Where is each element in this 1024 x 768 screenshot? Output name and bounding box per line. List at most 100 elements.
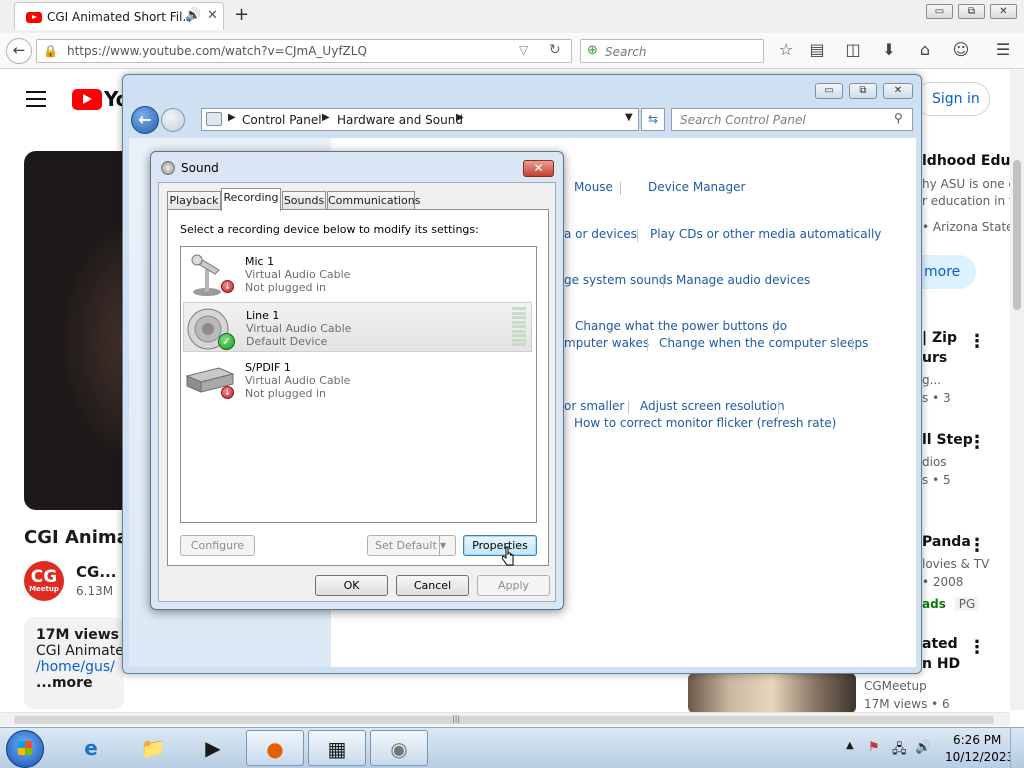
cp-close-button[interactable]: ✕ xyxy=(883,83,913,99)
recommendation-title[interactable]: ated xyxy=(922,636,1010,652)
link-system-sounds[interactable]: ge system sounds xyxy=(564,273,673,287)
link-computer-sleeps[interactable]: Change when the computer sleeps xyxy=(659,336,868,350)
device-item-spdif-1[interactable]: ↓ S/PDIF 1 Virtual Audio Cable Not plugg… xyxy=(183,355,532,405)
recommendation-channel[interactable]: CGMeetup xyxy=(864,679,927,693)
firefox-icon[interactable]: ● xyxy=(246,730,304,766)
cp-search-input[interactable]: Search Control Panel ⚲ xyxy=(671,108,913,131)
back-button[interactable]: ← xyxy=(6,38,32,64)
chat-icon[interactable]: ☺ xyxy=(950,40,972,62)
address-dropdown-icon[interactable]: ▼ xyxy=(625,112,633,123)
pocket-icon[interactable]: ◫ xyxy=(842,40,864,62)
volume-icon[interactable]: 🔊 xyxy=(915,740,931,755)
recommendation-title[interactable]: ldhood Educa xyxy=(922,153,1010,169)
recommendation-title[interactable]: | Zip xyxy=(922,330,1010,346)
sign-in-button[interactable]: Sign in xyxy=(914,82,990,116)
file-explorer-icon[interactable]: 📁 xyxy=(124,730,182,766)
menu-icon[interactable]: ☰ xyxy=(992,40,1014,62)
link-devices[interactable]: a or devices xyxy=(564,227,637,241)
breadcrumb-separator-icon[interactable]: ▶ xyxy=(322,112,330,123)
clock-date[interactable]: 10/12/2023 xyxy=(945,750,1014,764)
youtube-logo[interactable] xyxy=(72,89,102,110)
tab-title: CGI Animated Short Fil... xyxy=(47,10,187,24)
internet-explorer-icon[interactable]: e xyxy=(62,730,120,766)
action-center-flag-icon[interactable]: ⚑ xyxy=(868,740,880,755)
device-list[interactable]: ↓ Mic 1 Virtual Audio Cable Not plugged … xyxy=(180,246,537,523)
show-desktop-button[interactable] xyxy=(1010,728,1024,768)
close-tab-icon[interactable]: ✕ xyxy=(207,8,218,23)
link-mouse[interactable]: Mouse xyxy=(574,180,613,194)
recommendation-title[interactable]: n HD xyxy=(922,656,1010,672)
cancel-button[interactable]: Cancel xyxy=(396,575,469,596)
channel-name[interactable]: CG... xyxy=(76,563,116,581)
new-tab-button[interactable]: + xyxy=(234,4,249,25)
vertical-scrollbar[interactable] xyxy=(1010,70,1024,710)
link-device-manager[interactable]: Device Manager xyxy=(648,180,745,194)
tab-playback[interactable]: Playback xyxy=(167,191,221,210)
not-plugged-in-icon: ↓ xyxy=(221,386,234,399)
network-icon[interactable]: 🖧 xyxy=(892,740,907,762)
properties-button[interactable]: Properties xyxy=(463,535,537,556)
dialog-close-button[interactable]: ✕ xyxy=(523,160,554,177)
tab-sounds[interactable]: Sounds xyxy=(282,191,326,210)
minimize-button[interactable]: ▭ xyxy=(926,4,953,19)
more-options-icon[interactable]: ⋮ xyxy=(968,637,986,658)
url-bar[interactable]: 🔒 https://www.youtube.com/watch?v=CJmA_U… xyxy=(36,39,572,63)
link-smaller[interactable]: or smaller xyxy=(564,399,624,413)
start-button[interactable] xyxy=(6,730,44,768)
reload-icon[interactable]: ↻ xyxy=(549,42,561,58)
configure-button[interactable]: Configure xyxy=(180,535,255,556)
media-player-icon[interactable]: ▶ xyxy=(184,730,242,766)
more-options-icon[interactable]: ⋮ xyxy=(968,535,986,556)
link-manage-audio-devices[interactable]: Manage audio devices xyxy=(676,273,810,287)
refresh-icon[interactable]: ⇆ xyxy=(641,108,665,131)
cp-forward-button[interactable] xyxy=(161,108,185,132)
breadcrumb-separator-icon[interactable]: ▶ xyxy=(456,112,464,123)
home-icon[interactable]: ⌂ xyxy=(914,40,936,62)
breadcrumb-separator-icon[interactable]: ▶ xyxy=(228,112,236,123)
link-play-cds[interactable]: Play CDs or other media automatically xyxy=(650,227,881,241)
breadcrumb-control-panel[interactable]: Control Panel xyxy=(242,113,322,127)
cp-minimize-button[interactable]: ▭ xyxy=(815,83,843,99)
chevron-down-icon[interactable]: ▼ xyxy=(439,536,455,555)
tab-recording[interactable]: Recording xyxy=(221,188,281,211)
horizontal-scrollbar[interactable]: ||| xyxy=(0,712,1010,726)
link-computer-wakes[interactable]: mputer wakes xyxy=(564,336,649,350)
control-panel-taskbar-icon[interactable]: ▦ xyxy=(308,730,366,766)
video-description[interactable]: 17M views 7 y CGI Animated /home/gus/ ..… xyxy=(24,617,124,709)
recommendation-title[interactable]: urs xyxy=(922,350,1010,366)
clock-time[interactable]: 6:26 PM xyxy=(953,733,1001,747)
reading-list-icon[interactable]: ▤ xyxy=(806,40,828,62)
cp-restore-button[interactable]: ⧉ xyxy=(849,83,877,99)
device-item-mic-1[interactable]: ↓ Mic 1 Virtual Audio Cable Not plugged … xyxy=(183,249,532,299)
set-default-button[interactable]: Set Default ▼ xyxy=(367,535,456,556)
apply-button[interactable]: Apply xyxy=(477,575,550,596)
ok-button[interactable]: OK xyxy=(315,575,388,596)
more-options-icon[interactable]: ⋮ xyxy=(968,432,986,453)
sound-taskbar-icon[interactable]: ◉ xyxy=(370,730,428,766)
close-window-button[interactable]: ✕ xyxy=(990,4,1017,19)
speaker-icon[interactable]: 🔊 xyxy=(185,8,201,23)
search-input[interactable]: ⊕ Search xyxy=(580,39,764,63)
recommendation-title[interactable]: ll Step xyxy=(922,432,1010,448)
recommendation-thumbnail[interactable] xyxy=(688,673,856,713)
downloads-icon[interactable]: ⬇ xyxy=(878,40,900,62)
dropdown-arrow-icon[interactable]: ▽ xyxy=(519,43,528,57)
breadcrumb-hardware-and-sound[interactable]: Hardware and Sound xyxy=(337,113,463,127)
recommendation-title[interactable]: Panda xyxy=(922,534,1010,550)
link-screen-resolution[interactable]: Adjust screen resolution xyxy=(640,399,785,413)
show-more-button[interactable]: more xyxy=(922,255,976,289)
more-options-icon[interactable]: ⋮ xyxy=(968,331,986,352)
link-monitor-flicker[interactable]: How to correct monitor flicker (refresh … xyxy=(574,416,836,430)
link-power-buttons[interactable]: Change what the power buttons do xyxy=(575,319,787,333)
show-hidden-icons-icon[interactable]: ▲ xyxy=(846,740,854,751)
hamburger-menu-icon[interactable] xyxy=(26,91,46,112)
restore-button[interactable]: ⧉ xyxy=(958,4,985,19)
tab-communications[interactable]: Communications xyxy=(327,191,420,210)
browser-tab[interactable]: CGI Animated Short Fil... 🔊 ✕ xyxy=(14,2,224,30)
search-icon[interactable]: ⚲ xyxy=(894,111,903,125)
bookmark-star-icon[interactable]: ☆ xyxy=(775,40,797,62)
cp-address-bar[interactable]: ▶ Control Panel ▶ Hardware and Sound ▶ ▼ xyxy=(201,108,639,131)
cp-back-button[interactable]: ← xyxy=(131,106,159,134)
device-item-line-1[interactable]: ✓ Line 1 Virtual Audio Cable Default Dev… xyxy=(183,302,532,352)
channel-avatar[interactable]: CG Meetup xyxy=(24,561,64,601)
